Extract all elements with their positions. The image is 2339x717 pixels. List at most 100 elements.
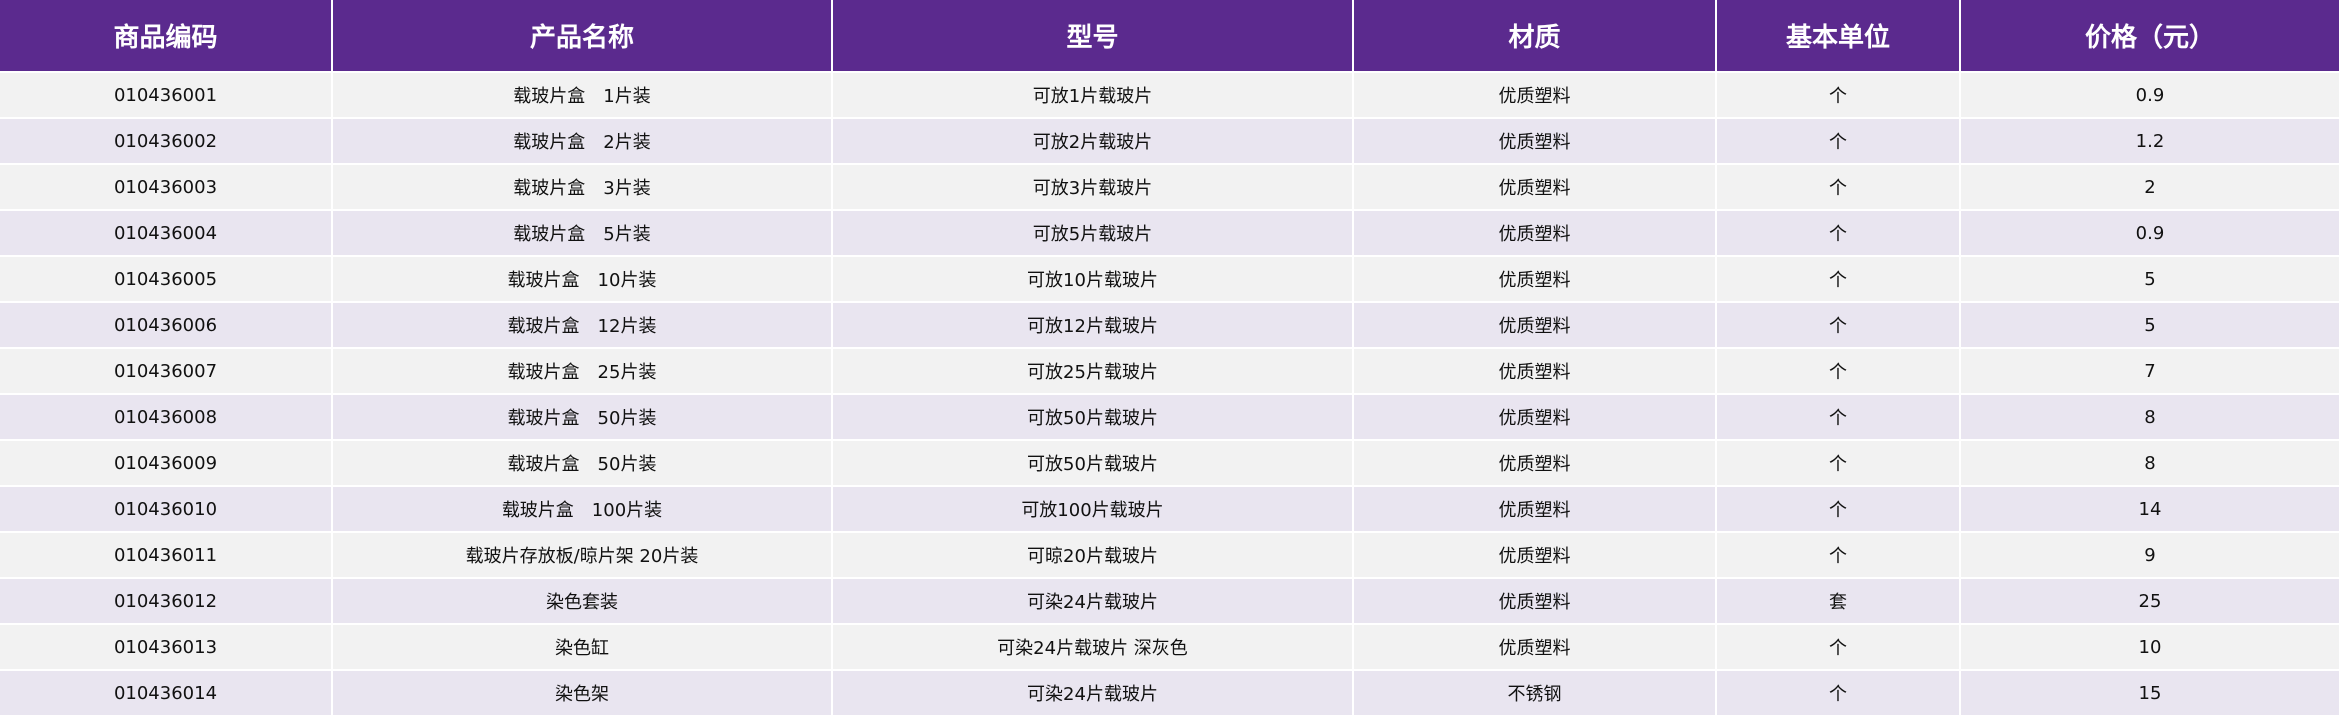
cell-material: 优质塑料 — [1353, 72, 1717, 119]
cell-material: 不锈钢 — [1353, 670, 1717, 717]
cell-material: 优质塑料 — [1353, 578, 1717, 625]
cell-unit: 个 — [1716, 670, 1961, 717]
cell-product-name: 载玻片盒 1片装 — [332, 72, 833, 119]
table-row: 010436003 载玻片盒 3片装 可放3片载玻片 优质塑料个 2 — [0, 164, 2339, 211]
cell-product-code: 010436006 — [0, 302, 333, 349]
table-body: 010436001 载玻片盒 1片装 可放1片载玻片 优质塑料个 0.9 01043600… — [0, 72, 2339, 717]
table-row: 010436002 载玻片盒 2片装 可放2片载玻片 优质塑料个 1.2 — [0, 118, 2339, 165]
cell-product-name: 载玻片盒 25片装 — [332, 348, 833, 395]
table-row: 010436006 载玻片盒 12片装 可放12片载玻片 优质塑料个 5 — [0, 302, 2339, 349]
header-unit: 基本单位 — [1716, 0, 1961, 73]
cell-price: 0.9 — [1960, 72, 2339, 119]
cell-product-code: 010436004 — [0, 210, 333, 257]
cell-product-name: 载玻片盒 3片装 — [332, 164, 833, 211]
cell-unit: 个 — [1716, 532, 1961, 579]
cell-material: 优质塑料 — [1353, 394, 1717, 441]
cell-price: 2 — [1960, 164, 2339, 211]
cell-product-code: 010436001 — [0, 72, 333, 119]
table-row: 010436007 载玻片盒 25片装 可放25片载玻片 优质塑料个 7 — [0, 348, 2339, 395]
cell-price: 5 — [1960, 302, 2339, 349]
table-row: 010436001 载玻片盒 1片装 可放1片载玻片 优质塑料个 0.9 — [0, 72, 2339, 119]
table-row: 010436005 载玻片盒 10片装 可放10片载玻片 优质塑料个 5 — [0, 256, 2339, 303]
header-material: 材质 — [1353, 0, 1717, 73]
cell-material: 优质塑料 — [1353, 210, 1717, 257]
cell-product-name: 载玻片盒 100片装 — [332, 486, 833, 533]
header-model: 型号 — [832, 0, 1354, 73]
cell-model: 可染24片载玻片 — [832, 578, 1354, 625]
cell-unit: 个 — [1716, 624, 1961, 671]
cell-product-code: 010436007 — [0, 348, 333, 395]
cell-product-code: 010436003 — [0, 164, 333, 211]
header-price: 价格（元） — [1960, 0, 2339, 73]
table-row: 010436009 载玻片盒 50片装 可放50片载玻片 优质塑料个 8 — [0, 440, 2339, 487]
table-row: 010436010 载玻片盒 100片装 可放100片载玻片 优质塑料个 14 — [0, 486, 2339, 533]
cell-unit: 个 — [1716, 302, 1961, 349]
cell-product-name: 载玻片盒 2片装 — [332, 118, 833, 165]
cell-price: 8 — [1960, 440, 2339, 487]
cell-product-name: 载玻片存放板/晾片架 20片装 — [332, 532, 833, 579]
cell-unit: 个 — [1716, 118, 1961, 165]
cell-unit: 个 — [1716, 394, 1961, 441]
cell-unit: 个 — [1716, 72, 1961, 119]
cell-model: 可放10片载玻片 — [832, 256, 1354, 303]
header-row: 商品编码 产品名称 型号 材质 基本单位 价格（元） — [0, 0, 2339, 73]
cell-product-name: 载玻片盒 12片装 — [332, 302, 833, 349]
table-row: 010436011 载玻片存放板/晾片架 20片装 可晾20片载玻片 优质塑料个 9 — [0, 532, 2339, 579]
cell-product-name: 载玻片盒 50片装 — [332, 394, 833, 441]
cell-model: 可放50片载玻片 — [832, 394, 1354, 441]
cell-unit: 个 — [1716, 256, 1961, 303]
cell-product-name: 染色缸 — [332, 624, 833, 671]
header-product-name: 产品名称 — [332, 0, 833, 73]
cell-price: 9 — [1960, 532, 2339, 579]
cell-model: 可放3片载玻片 — [832, 164, 1354, 211]
cell-material: 优质塑料 — [1353, 440, 1717, 487]
cell-product-code: 010436010 — [0, 486, 333, 533]
cell-price: 8 — [1960, 394, 2339, 441]
cell-material: 优质塑料 — [1353, 486, 1717, 533]
cell-price: 0.9 — [1960, 210, 2339, 257]
table-row: 010436008 载玻片盒 50片装 可放50片载玻片 优质塑料个 8 — [0, 394, 2339, 441]
cell-product-name: 染色架 — [332, 670, 833, 717]
table-row: 010436012 染色套装 可染24片载玻片 优质塑料套 25 — [0, 578, 2339, 625]
cell-model: 可放12片载玻片 — [832, 302, 1354, 349]
cell-unit: 个 — [1716, 440, 1961, 487]
cell-price: 1.2 — [1960, 118, 2339, 165]
cell-unit: 个 — [1716, 486, 1961, 533]
cell-product-code: 010436009 — [0, 440, 333, 487]
cell-model: 可晾20片载玻片 — [832, 532, 1354, 579]
cell-model: 可放5片载玻片 — [832, 210, 1354, 257]
cell-material: 优质塑料 — [1353, 302, 1717, 349]
cell-price: 7 — [1960, 348, 2339, 395]
cell-model: 可放25片载玻片 — [832, 348, 1354, 395]
product-price-table: 商品编码 产品名称 型号 材质 基本单位 价格（元） 010436001 载玻片盒… — [0, 0, 2339, 717]
table-row: 010436004 载玻片盒 5片装 可放5片载玻片 优质塑料个 0.9 — [0, 210, 2339, 257]
cell-product-code: 010436014 — [0, 670, 333, 717]
table-row: 010436014 染色架 可染24片载玻片 不锈钢个 15 — [0, 670, 2339, 717]
cell-product-code: 010436005 — [0, 256, 333, 303]
cell-product-code: 010436002 — [0, 118, 333, 165]
cell-unit: 个 — [1716, 164, 1961, 211]
cell-model: 可放50片载玻片 — [832, 440, 1354, 487]
cell-price: 10 — [1960, 624, 2339, 671]
cell-model: 可染24片载玻片 — [832, 670, 1354, 717]
header-product-code: 商品编码 — [0, 0, 333, 73]
cell-model: 可染24片载玻片 深灰色 — [832, 624, 1354, 671]
cell-model: 可放100片载玻片 — [832, 486, 1354, 533]
cell-product-name: 载玻片盒 50片装 — [332, 440, 833, 487]
cell-product-name: 染色套装 — [332, 578, 833, 625]
cell-material: 优质塑料 — [1353, 348, 1717, 395]
cell-product-code: 010436008 — [0, 394, 333, 441]
cell-material: 优质塑料 — [1353, 118, 1717, 165]
cell-product-name: 载玻片盒 5片装 — [332, 210, 833, 257]
cell-model: 可放1片载玻片 — [832, 72, 1354, 119]
cell-price: 14 — [1960, 486, 2339, 533]
cell-material: 优质塑料 — [1353, 624, 1717, 671]
cell-unit: 个 — [1716, 348, 1961, 395]
product-table-container: 商品编码 产品名称 型号 材质 基本单位 价格（元） 010436001 载玻片盒… — [0, 0, 2339, 717]
cell-material: 优质塑料 — [1353, 164, 1717, 211]
cell-material: 优质塑料 — [1353, 532, 1717, 579]
cell-unit: 套 — [1716, 578, 1961, 625]
cell-product-code: 010436011 — [0, 532, 333, 579]
cell-product-code: 010436013 — [0, 624, 333, 671]
cell-material: 优质塑料 — [1353, 256, 1717, 303]
